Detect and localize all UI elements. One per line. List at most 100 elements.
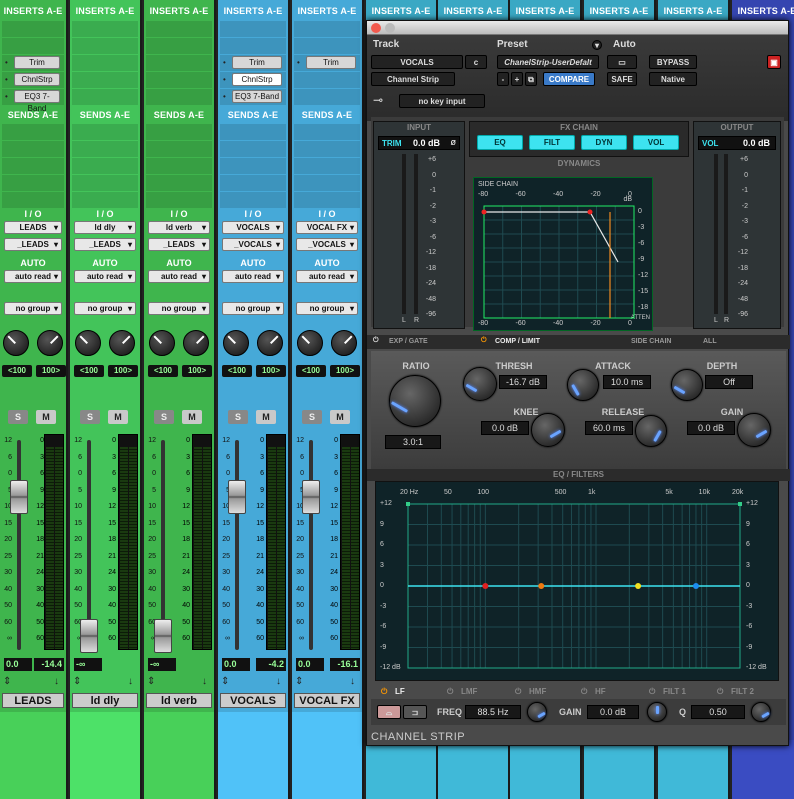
insert-plugin[interactable]: ChnlStrp xyxy=(14,73,60,86)
depth-knob[interactable] xyxy=(671,369,703,401)
thresh-knob[interactable] xyxy=(463,367,497,401)
pan-knob-left[interactable] xyxy=(75,330,101,356)
comp-power-icon[interactable]: ⏻ xyxy=(481,337,487,345)
send-slot[interactable] xyxy=(146,175,212,191)
dynamics-tab-1[interactable]: EXP / GATE xyxy=(389,338,428,345)
input-selector[interactable]: VOCALS xyxy=(222,221,284,234)
eq-band-power-icon[interactable]: ⏻ xyxy=(515,686,521,698)
preset-prev-button[interactable]: - xyxy=(497,72,509,86)
down-arrow-icon[interactable]: ↓ xyxy=(276,676,281,687)
volume-readout[interactable]: 0.0 xyxy=(4,658,32,671)
insert-slot[interactable] xyxy=(294,38,360,54)
solo-button[interactable]: S xyxy=(8,410,28,424)
insert-slot[interactable] xyxy=(220,21,286,37)
insert-plugin[interactable]: Trim xyxy=(232,56,282,69)
dynamics-tab-2[interactable]: COMP / LIMIT xyxy=(495,338,540,345)
power-icon[interactable]: ⏻ xyxy=(373,337,379,345)
mute-button[interactable]: M xyxy=(36,410,56,424)
send-slot[interactable] xyxy=(2,158,64,174)
send-slot[interactable] xyxy=(220,175,286,191)
automation-mode-selector[interactable]: auto read xyxy=(4,270,62,283)
dynamics-tab-4[interactable]: ALL xyxy=(703,338,717,345)
pan-knob-right[interactable] xyxy=(37,330,63,356)
plugin-title-bar[interactable] xyxy=(367,21,788,35)
send-slot[interactable] xyxy=(72,141,138,157)
insert-slot[interactable] xyxy=(146,38,212,54)
safe-button[interactable]: SAFE xyxy=(607,72,637,86)
compare-button[interactable]: COMPARE xyxy=(543,72,595,86)
mute-button[interactable]: M xyxy=(108,410,128,424)
volume-fader[interactable] xyxy=(302,480,320,515)
send-slot[interactable] xyxy=(2,141,64,157)
peak-readout[interactable]: -16.1 xyxy=(330,658,360,671)
close-icon[interactable] xyxy=(371,23,381,33)
volume-readout[interactable]: -∞ xyxy=(148,658,176,671)
attack-knob[interactable] xyxy=(567,369,599,401)
fx-chain-eq-button[interactable]: EQ xyxy=(477,135,523,150)
send-slot[interactable] xyxy=(146,192,212,208)
q-value[interactable]: 0.50 xyxy=(691,705,745,719)
track-name[interactable]: ld verb xyxy=(146,693,212,708)
volume-fader[interactable] xyxy=(10,480,28,515)
mute-button[interactable]: M xyxy=(330,410,350,424)
pan-knob-left[interactable] xyxy=(149,330,175,356)
output-selector[interactable]: _VOCALS xyxy=(296,238,358,251)
insert-slot[interactable]: • EQ3 7-Band xyxy=(2,89,64,113)
mute-button[interactable]: M xyxy=(182,410,202,424)
insert-plugin[interactable]: EQ3 7-Band xyxy=(14,90,60,113)
width-toggle-icon[interactable]: ⇕ xyxy=(3,676,11,687)
phase-icon[interactable]: ø xyxy=(451,137,457,147)
preset-selector[interactable]: ChanelStrip-UserDefalt xyxy=(497,55,599,69)
insert-slot[interactable] xyxy=(294,89,360,105)
pan-knob-left[interactable] xyxy=(223,330,249,356)
trim-display[interactable]: TRIM 0.0 dB ø xyxy=(378,136,460,150)
group-selector[interactable]: no group xyxy=(74,302,136,315)
eq-band-tab-filt-1[interactable]: FILT 1 xyxy=(663,686,686,698)
insert-slot[interactable] xyxy=(146,55,212,71)
shelf-icon[interactable]: ⌓ xyxy=(377,705,401,719)
copy-icon[interactable]: ⧉ xyxy=(525,72,537,86)
insert-plugin[interactable]: ChnlStrp xyxy=(232,73,282,86)
insert-slot[interactable] xyxy=(294,21,360,37)
automation-mode-selector[interactable]: auto read xyxy=(222,270,284,283)
input-selector[interactable]: ld dly xyxy=(74,221,136,234)
down-arrow-icon[interactable]: ↓ xyxy=(350,676,355,687)
minimize-icon[interactable] xyxy=(385,23,395,33)
solo-button[interactable]: S xyxy=(302,410,322,424)
fx-chain-dyn-button[interactable]: DYN xyxy=(581,135,627,150)
pan-knob-left[interactable] xyxy=(3,330,29,356)
pan-knob-left[interactable] xyxy=(297,330,323,356)
eq-band-tab-filt-2[interactable]: FILT 2 xyxy=(731,686,754,698)
volume-readout[interactable]: 0.0 xyxy=(296,658,324,671)
insert-plugin[interactable]: Trim xyxy=(14,56,60,69)
knee-knob[interactable] xyxy=(531,413,565,447)
automation-mode-selector[interactable]: auto read xyxy=(296,270,358,283)
solo-button[interactable]: S xyxy=(80,410,100,424)
insert-slot[interactable] xyxy=(146,21,212,37)
down-arrow-icon[interactable]: ↓ xyxy=(128,676,133,687)
plugin-selector[interactable]: Channel Strip xyxy=(371,72,455,86)
volume-fader[interactable] xyxy=(80,619,98,653)
send-slot[interactable] xyxy=(220,124,286,140)
preset-next-button[interactable]: + xyxy=(511,72,523,86)
fx-chain-filt-button[interactable]: FILT xyxy=(529,135,575,150)
send-slot[interactable] xyxy=(72,158,138,174)
output-selector[interactable]: _VOCALS xyxy=(222,238,284,251)
band-gain-value[interactable]: 0.0 dB xyxy=(587,705,639,719)
target-icon[interactable]: ▣ xyxy=(767,55,781,69)
width-toggle-icon[interactable]: ⇕ xyxy=(73,676,81,687)
ratio-value[interactable]: 3.0:1 xyxy=(385,435,441,449)
send-slot[interactable] xyxy=(294,175,360,191)
attack-value[interactable]: 10.0 ms xyxy=(603,375,651,389)
insert-slot[interactable] xyxy=(72,72,138,88)
down-arrow-icon[interactable]: ↓ xyxy=(54,676,59,687)
eq-band-power-icon[interactable]: ⏻ xyxy=(581,686,587,698)
volume-readout[interactable]: -∞ xyxy=(74,658,102,671)
pan-knob-right[interactable] xyxy=(257,330,283,356)
input-selector[interactable]: LEADS xyxy=(4,221,62,234)
output-selector[interactable]: _LEADS xyxy=(148,238,210,251)
peak-readout[interactable]: -4.2 xyxy=(256,658,286,671)
insert-slot[interactable]: • Trim xyxy=(2,55,64,71)
release-value[interactable]: 60.0 ms xyxy=(585,421,633,435)
send-slot[interactable] xyxy=(2,175,64,191)
